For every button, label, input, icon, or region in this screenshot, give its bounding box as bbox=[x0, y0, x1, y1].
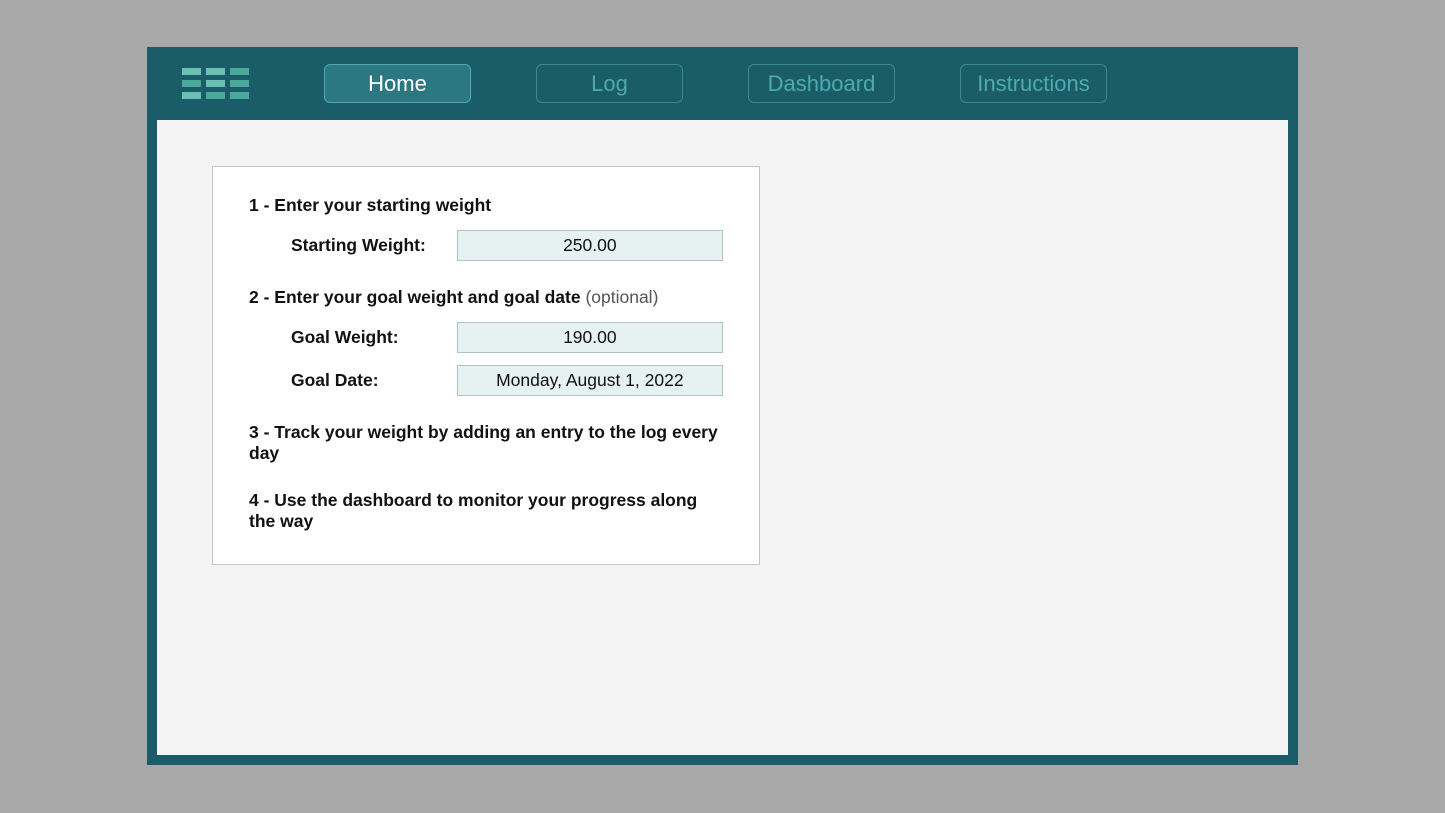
step-2-heading-text: 2 - Enter your goal weight and goal date bbox=[249, 287, 581, 307]
goal-weight-input[interactable] bbox=[457, 322, 723, 353]
grid-logo-icon bbox=[182, 68, 249, 99]
step-3-heading: 3 - Track your weight by adding an entry… bbox=[249, 422, 723, 464]
step-2-optional: (optional) bbox=[581, 287, 659, 307]
goal-date-row: Goal Date: bbox=[249, 365, 723, 396]
logo-cell bbox=[182, 68, 201, 75]
step-2-heading: 2 - Enter your goal weight and goal date… bbox=[249, 287, 723, 308]
starting-weight-label: Starting Weight: bbox=[291, 235, 457, 256]
nav-dashboard-button[interactable]: Dashboard bbox=[748, 64, 895, 103]
logo-cell bbox=[206, 68, 225, 75]
content-area: 1 - Enter your starting weight Starting … bbox=[157, 120, 1288, 755]
logo-cell bbox=[230, 68, 249, 75]
goal-date-label: Goal Date: bbox=[291, 370, 457, 391]
logo-cell bbox=[206, 92, 225, 99]
header-bar: Home Log Dashboard Instructions bbox=[157, 47, 1288, 120]
logo-cell bbox=[206, 80, 225, 87]
nav-home-button[interactable]: Home bbox=[324, 64, 471, 103]
goal-weight-row: Goal Weight: bbox=[249, 322, 723, 353]
step-1-heading: 1 - Enter your starting weight bbox=[249, 195, 723, 216]
setup-form-card: 1 - Enter your starting weight Starting … bbox=[212, 166, 760, 565]
logo-cell bbox=[182, 80, 201, 87]
nav-instructions-button[interactable]: Instructions bbox=[960, 64, 1107, 103]
app-frame: Home Log Dashboard Instructions 1 - Ente… bbox=[147, 47, 1298, 765]
logo-cell bbox=[230, 80, 249, 87]
logo-cell bbox=[182, 92, 201, 99]
starting-weight-input[interactable] bbox=[457, 230, 723, 261]
goal-weight-label: Goal Weight: bbox=[291, 327, 457, 348]
goal-date-input[interactable] bbox=[457, 365, 723, 396]
nav-log-button[interactable]: Log bbox=[536, 64, 683, 103]
logo-cell bbox=[230, 92, 249, 99]
starting-weight-row: Starting Weight: bbox=[249, 230, 723, 261]
step-4-heading: 4 - Use the dashboard to monitor your pr… bbox=[249, 490, 723, 532]
